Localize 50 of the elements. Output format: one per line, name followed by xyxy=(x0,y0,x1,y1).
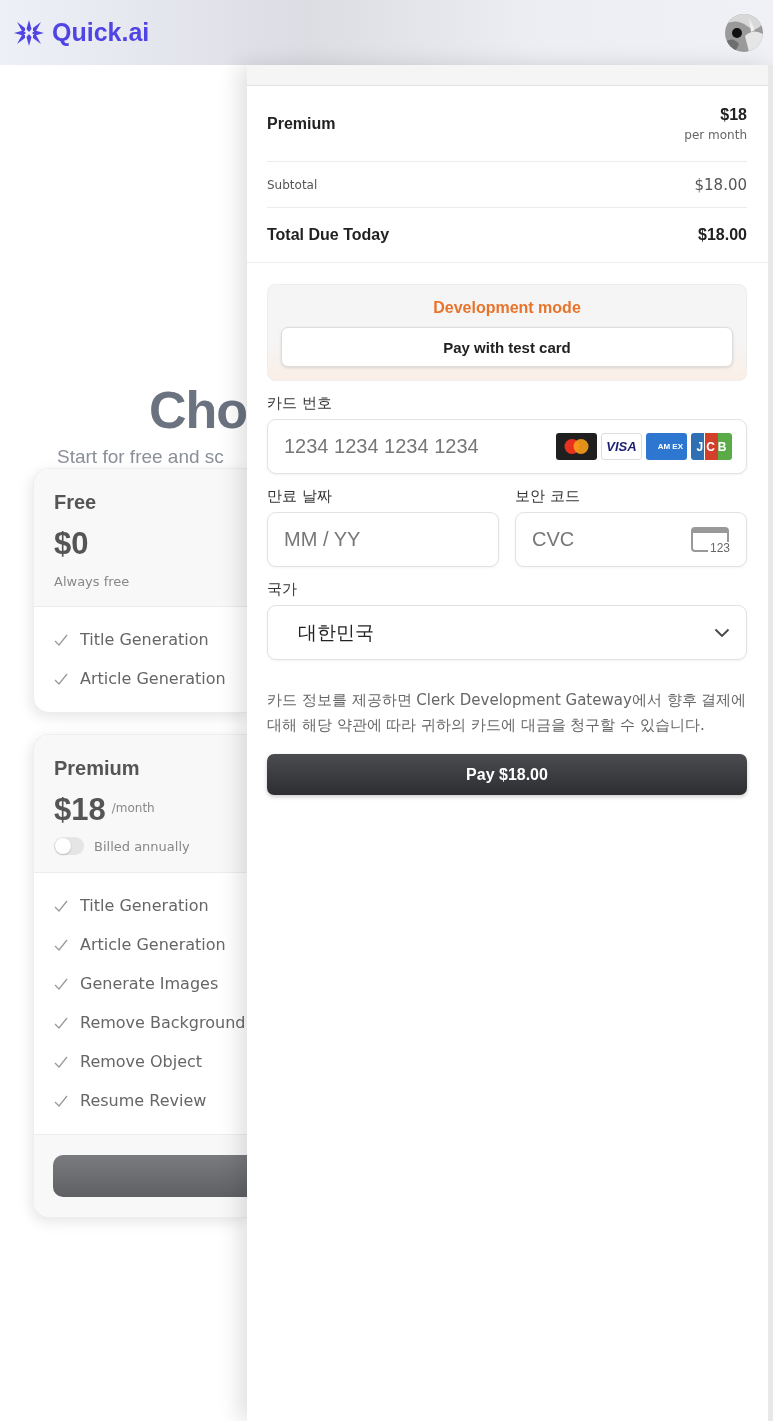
plan-price: $18 xyxy=(719,105,747,124)
total-value: $18.00 xyxy=(698,226,747,244)
check-icon xyxy=(54,1054,68,1069)
country-select[interactable]: 대한민국 xyxy=(267,605,747,660)
feature-text: Title Generation xyxy=(80,630,209,649)
subtotal-value: $18.00 xyxy=(694,175,747,194)
plan-name: Premium xyxy=(267,114,336,133)
test-card-button[interactable]: Pay with test card xyxy=(281,327,733,367)
feature-text: Generate Images xyxy=(80,974,219,993)
expiry-field[interactable]: MM / YY xyxy=(267,512,499,567)
plan-button[interactable] xyxy=(53,1155,247,1197)
toggle-label: Billed annually xyxy=(94,838,190,854)
check-icon xyxy=(54,671,68,686)
check-icon xyxy=(54,937,68,952)
check-icon xyxy=(54,1015,68,1030)
page-subtitle: Start for free and sc xyxy=(57,446,225,468)
dev-mode-title: Development mode xyxy=(433,299,581,317)
check-icon xyxy=(54,976,68,991)
field-label: 만료 날짜 xyxy=(267,487,333,506)
field-label: 보안 코드 xyxy=(515,487,581,506)
toggle-switch[interactable] xyxy=(54,837,84,855)
pay-button[interactable]: Pay $18.00 xyxy=(267,754,747,795)
chevron-down-icon xyxy=(714,627,730,638)
feature-text: Resume Review xyxy=(80,1091,207,1110)
terms-text: 카드 정보를 제공하면 Clerk Development Gateway에서 향후 결제에 대해 해당 약관에 따라 귀하의 카드에 대금을 청구할 수 있습니다. xyxy=(267,690,747,736)
check-icon xyxy=(54,1093,68,1108)
card-brand-logo: VISA xyxy=(601,433,642,460)
check-icon xyxy=(54,632,68,647)
logo-text: Quick.ai xyxy=(52,18,150,47)
price-period: per month xyxy=(684,127,747,142)
feature-text: Article Generation xyxy=(80,935,226,954)
feature-text: Remove Object xyxy=(80,1052,203,1071)
card-brand-logo: AM EX xyxy=(646,433,687,460)
check-icon xyxy=(54,898,68,913)
feature-text: Article Generation xyxy=(80,669,226,688)
feature-text: Remove Background xyxy=(80,1013,246,1032)
card-brand-logo: JCB xyxy=(691,433,732,460)
feature-text: Title Generation xyxy=(80,896,209,915)
plan-name: Free xyxy=(54,491,98,514)
price-period: /month xyxy=(111,801,155,815)
plan-price: $18 xyxy=(54,792,106,828)
plan-name: Premium xyxy=(54,757,141,780)
card-brand-icon xyxy=(556,433,597,460)
plan-price: $0 xyxy=(54,526,89,562)
page-title: Cho xyxy=(148,380,247,440)
subtotal-label: Subtotal xyxy=(267,177,318,192)
field-label: 카드 번호 xyxy=(267,394,333,413)
total-label: Total Due Today xyxy=(267,226,390,244)
field-label: 국가 xyxy=(267,580,298,599)
plan-note: Always free xyxy=(54,574,131,589)
